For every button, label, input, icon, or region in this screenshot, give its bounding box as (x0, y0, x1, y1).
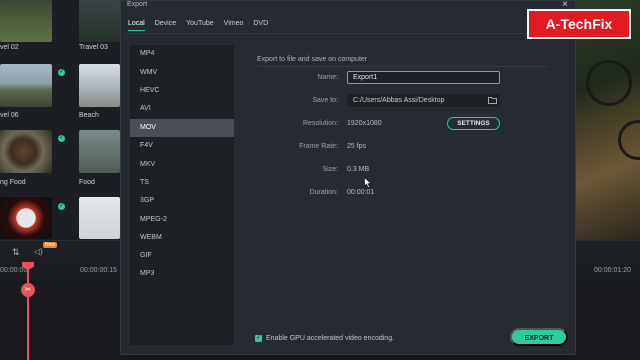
section-title: Export to file and save on computer (257, 56, 368, 63)
format-item-mpeg2[interactable]: MPEG-2 (130, 211, 234, 229)
playhead[interactable] (27, 262, 29, 360)
export-tabs: Local Device YouTube Vimeo DVD (128, 20, 268, 31)
adjust-icon[interactable]: ⇅ (12, 247, 20, 258)
name-label: Name: (317, 74, 338, 81)
tabs-divider (127, 33, 571, 34)
format-item-ts[interactable]: TS (130, 174, 234, 192)
settings-button[interactable]: SETTINGS (447, 117, 500, 130)
media-library: vel 02 Travel 03 ✓ vel 06 Beach ✓ ng Foo… (0, 0, 120, 240)
tab-device[interactable]: Device (155, 20, 176, 31)
name-input[interactable] (347, 71, 500, 84)
media-label: ng Food (0, 179, 26, 186)
gpu-option: ✓ Enable GPU accelerated video encoding. (255, 335, 394, 342)
tab-vimeo[interactable]: Vimeo (224, 20, 244, 31)
mouse-cursor-icon (364, 177, 372, 188)
timeline-toolbar: ⇅ ◁) New (0, 240, 120, 262)
size-value: 0.3 MB (347, 166, 370, 173)
audio-icon[interactable]: ◁) (34, 247, 43, 256)
format-item-mkv[interactable]: MKV (130, 156, 234, 174)
media-label: Food (79, 179, 95, 186)
resolution-value: 1920x1080 (347, 120, 382, 127)
gpu-checkbox[interactable]: ✓ (255, 335, 262, 342)
tab-local[interactable]: Local (128, 20, 145, 31)
timeline-toolbar-right (576, 240, 640, 262)
media-thumb-travel-03[interactable] (79, 0, 120, 42)
tab-youtube[interactable]: YouTube (186, 20, 214, 31)
duration-value: 00:00:01 (347, 189, 375, 196)
media-label: Beach (79, 112, 99, 119)
media-thumb-travel-02[interactable] (0, 0, 52, 42)
format-item-3gp[interactable]: 3GP (130, 192, 234, 210)
check-icon: ✓ (58, 203, 65, 210)
frame-rate-label: Frame Rate: (299, 143, 338, 150)
section-divider (257, 66, 547, 67)
check-icon: ✓ (58, 135, 65, 142)
format-item-mov[interactable]: MOV (130, 119, 234, 137)
frame-rate-value: 25 fps (347, 143, 367, 150)
duration-label: Duration: (309, 189, 338, 196)
timeline-tracks-right[interactable] (576, 280, 640, 360)
format-item-wmv[interactable]: WMV (130, 64, 234, 82)
bike-wheel-shape (586, 60, 632, 106)
format-item-f4v[interactable]: F4V (130, 137, 234, 155)
export-button[interactable]: EXPORT (510, 328, 568, 346)
format-item-mp4[interactable]: MP4 (130, 45, 234, 63)
format-item-webm[interactable]: WEBM (130, 229, 234, 247)
timeline-tracks[interactable] (0, 280, 120, 360)
media-thumb-travelling-food[interactable] (0, 130, 52, 173)
check-icon: ✓ (58, 69, 65, 76)
save-to-label: Save to: (312, 97, 338, 104)
format-list: MP4 WMV HEVC AVI MOV F4V MKV TS 3GP MPEG… (130, 45, 234, 345)
media-thumb-countdown[interactable] (0, 197, 52, 239)
tick-label: 00:00:00:15 (80, 267, 117, 274)
scissors-icon[interactable]: ✂ (21, 283, 35, 297)
watermark-logo: A-TechFix (527, 9, 631, 39)
format-item-mp3[interactable]: MP3 (130, 265, 234, 283)
media-label: vel 06 (0, 112, 19, 119)
media-label: Travel 03 (79, 44, 108, 51)
save-path-field[interactable]: C:/Users/Abbas Assi/Desktop (347, 94, 500, 107)
size-label: Size: (322, 166, 338, 173)
tick-label: 00:00:00 (0, 267, 28, 274)
media-thumb-beach[interactable] (79, 64, 120, 107)
media-thumb-travel-06[interactable] (0, 64, 52, 107)
dialog-title: Export (127, 1, 148, 8)
bike-wheel-shape (618, 120, 640, 160)
tab-dvd[interactable]: DVD (253, 20, 268, 31)
media-label: vel 02 (0, 44, 19, 51)
media-thumb-food[interactable] (79, 130, 120, 173)
gpu-label: Enable GPU accelerated video encoding. (266, 335, 395, 342)
folder-icon[interactable] (488, 97, 497, 104)
format-item-gif[interactable]: GIF (130, 247, 234, 265)
tick-label: 00:00:01:20 (594, 267, 631, 274)
export-dialog: Export × Local Device YouTube Vimeo DVD … (120, 0, 576, 355)
media-thumb-blank[interactable] (79, 197, 120, 239)
new-badge: New (43, 242, 58, 248)
resolution-label: Resolution: (302, 120, 338, 127)
format-item-avi[interactable]: AVI (130, 100, 234, 118)
format-item-hevc[interactable]: HEVC (130, 82, 234, 100)
